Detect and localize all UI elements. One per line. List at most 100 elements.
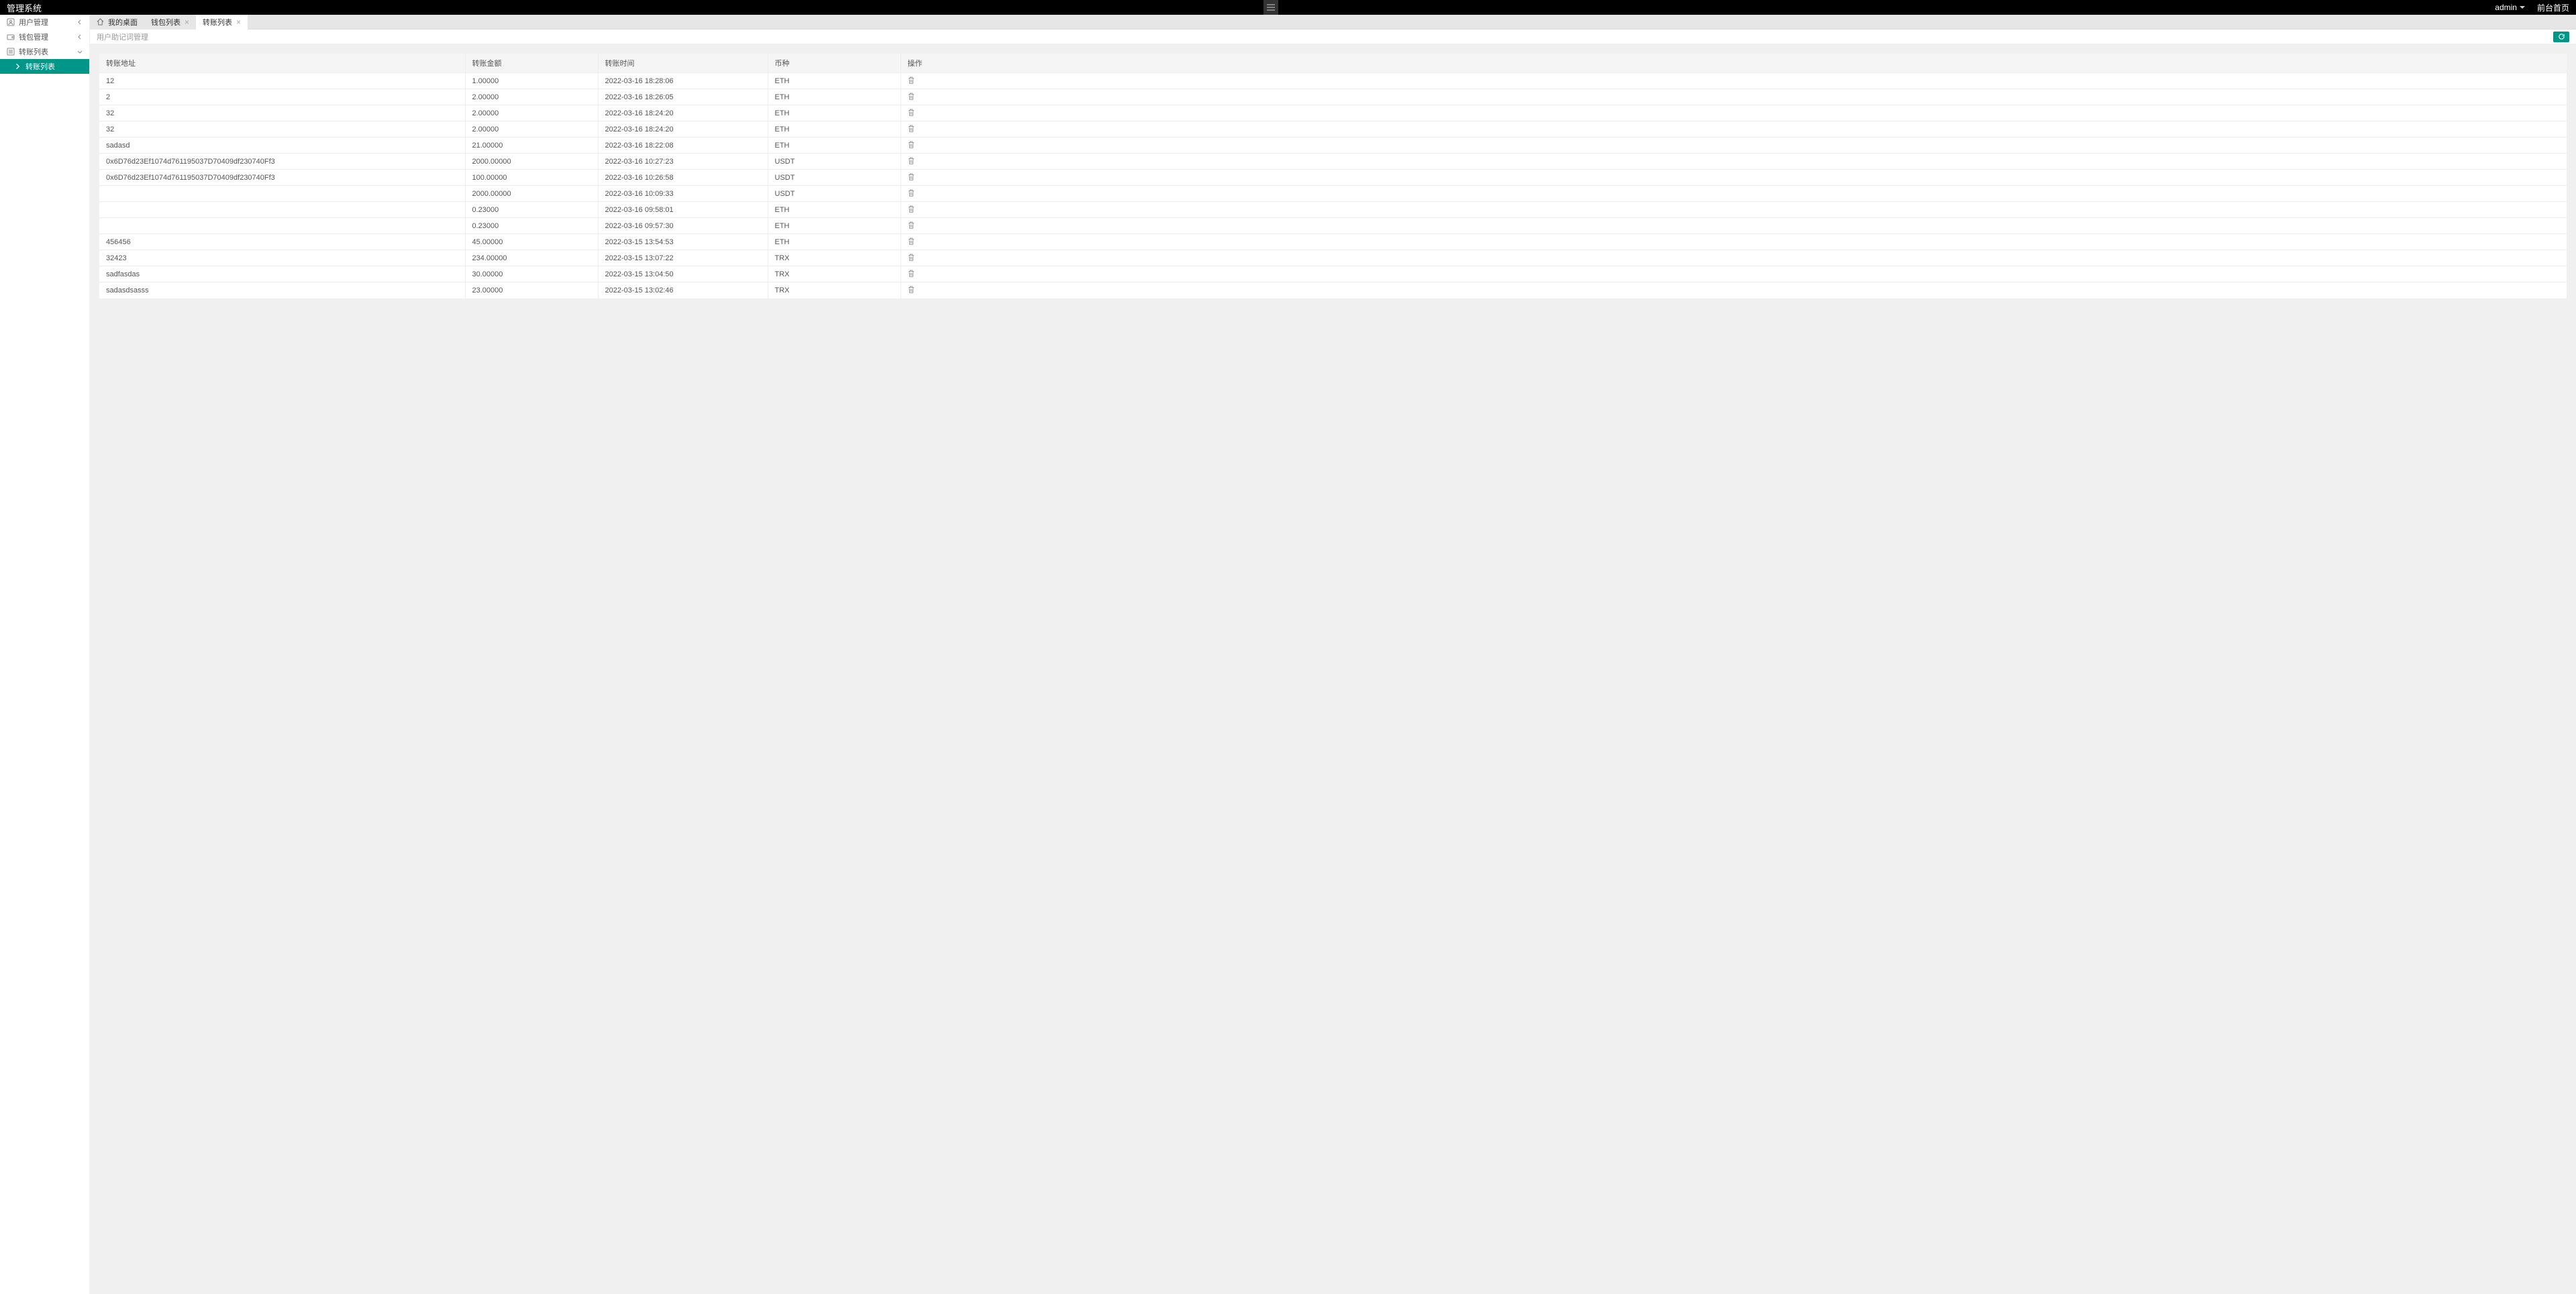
trash-icon [908, 141, 915, 148]
delete-button[interactable] [908, 287, 915, 295]
column-header-amount: 转账金额 [465, 54, 598, 73]
home-icon [97, 18, 104, 25]
delete-button[interactable] [908, 191, 915, 199]
table-row: 121.000002022-03-16 18:28:06ETH [99, 73, 2567, 89]
column-header-op: 操作 [900, 54, 2567, 73]
cell-address [99, 202, 465, 218]
cell-op [900, 154, 2567, 170]
sidebar-subitem-transfer-list[interactable]: 转账列表 [0, 59, 89, 74]
table-row: 0x6D76d23Ef1074d761195037D70409df230740F… [99, 170, 2567, 186]
user-icon [7, 18, 15, 26]
chevron-down-icon [77, 49, 83, 54]
cell-coin: ETH [768, 202, 900, 218]
table-row: 32423234.000002022-03-15 13:07:22TRX [99, 250, 2567, 266]
sidebar-item-transfer-list[interactable]: 转账列表 [0, 44, 89, 59]
chevron-right-icon [15, 63, 21, 70]
list-icon [7, 48, 15, 56]
cell-coin: ETH [768, 138, 900, 154]
delete-button[interactable] [908, 158, 915, 166]
cell-amount: 45.00000 [465, 234, 598, 250]
delete-button[interactable] [908, 255, 915, 263]
delete-button[interactable] [908, 142, 915, 150]
tab-home[interactable]: 我的桌面 [90, 15, 144, 30]
sidebar-item-wallet-mgmt[interactable]: 钱包管理 [0, 30, 89, 44]
tab-label: 我的桌面 [108, 17, 138, 28]
table-row: 45645645.000002022-03-15 13:54:53ETH [99, 234, 2567, 250]
table-row: 2000.000002022-03-16 10:09:33USDT [99, 186, 2567, 202]
cell-time: 2022-03-16 10:26:58 [598, 170, 768, 186]
trash-icon [908, 93, 915, 100]
cell-time: 2022-03-15 13:02:46 [598, 282, 768, 299]
menu-toggle-button[interactable] [1264, 0, 1278, 15]
chevron-down-icon [2520, 6, 2525, 9]
trash-icon [908, 221, 915, 229]
delete-button[interactable] [908, 126, 915, 134]
cell-coin: ETH [768, 121, 900, 138]
column-header-coin: 币种 [768, 54, 900, 73]
cell-coin: ETH [768, 89, 900, 105]
cell-amount: 100.00000 [465, 170, 598, 186]
cell-coin: TRX [768, 282, 900, 299]
refresh-button[interactable] [2553, 32, 2569, 42]
delete-button[interactable] [908, 239, 915, 247]
cell-amount: 0.23000 [465, 218, 598, 234]
cell-amount: 21.00000 [465, 138, 598, 154]
cell-address: 2 [99, 89, 465, 105]
close-icon[interactable]: × [236, 17, 241, 27]
cell-coin: TRX [768, 250, 900, 266]
data-table-card: 转账地址 转账金额 转账时间 币种 操作 121.000002022-03-16… [99, 54, 2567, 299]
sidebar-item-label: 钱包管理 [19, 32, 77, 42]
cell-coin: TRX [768, 266, 900, 282]
cell-address: 32423 [99, 250, 465, 266]
tab-item[interactable]: 转账列表 × [196, 15, 248, 30]
trash-icon [908, 157, 915, 164]
cell-address: 0x6D76d23Ef1074d761195037D70409df230740F… [99, 154, 465, 170]
cell-op [900, 250, 2567, 266]
trash-icon [908, 205, 915, 213]
table-row: 322.000002022-03-16 18:24:20ETH [99, 105, 2567, 121]
delete-button[interactable] [908, 271, 915, 279]
delete-button[interactable] [908, 78, 915, 86]
transfer-table: 转账地址 转账金额 转账时间 币种 操作 121.000002022-03-16… [99, 54, 2567, 299]
cell-coin: ETH [768, 218, 900, 234]
cell-address: sadasd [99, 138, 465, 154]
delete-button[interactable] [908, 207, 915, 215]
trash-icon [908, 254, 915, 261]
tab-label: 转账列表 [203, 17, 232, 28]
cell-address: 12 [99, 73, 465, 89]
table-row: 322.000002022-03-16 18:24:20ETH [99, 121, 2567, 138]
sidebar-item-user-mgmt[interactable]: 用户管理 [0, 15, 89, 30]
cell-coin: USDT [768, 170, 900, 186]
cell-time: 2022-03-16 18:26:05 [598, 89, 768, 105]
cell-op [900, 73, 2567, 89]
trash-icon [908, 270, 915, 277]
chevron-left-icon [77, 34, 83, 40]
cell-amount: 2.00000 [465, 105, 598, 121]
cell-amount: 2.00000 [465, 89, 598, 105]
trash-icon [908, 237, 915, 245]
delete-button[interactable] [908, 174, 915, 182]
cell-time: 2022-03-15 13:07:22 [598, 250, 768, 266]
cell-time: 2022-03-16 09:57:30 [598, 218, 768, 234]
cell-time: 2022-03-16 18:24:20 [598, 121, 768, 138]
table-row: sadasd21.000002022-03-16 18:22:08ETH [99, 138, 2567, 154]
cell-op [900, 282, 2567, 299]
hamburger-icon [1267, 4, 1275, 11]
trash-icon [908, 189, 915, 197]
delete-button[interactable] [908, 94, 915, 102]
cell-address: 0x6D76d23Ef1074d761195037D70409df230740F… [99, 170, 465, 186]
user-dropdown[interactable]: admin [2495, 3, 2525, 12]
cell-op [900, 186, 2567, 202]
cell-op [900, 218, 2567, 234]
tab-item[interactable]: 钱包列表× [144, 15, 196, 30]
page-title: 用户助记词管理 [97, 32, 2553, 42]
table-row: 0x6D76d23Ef1074d761195037D70409df230740F… [99, 154, 2567, 170]
delete-button[interactable] [908, 110, 915, 118]
close-icon[interactable]: × [185, 17, 189, 27]
delete-button[interactable] [908, 223, 915, 231]
table-row: sadasdsasss23.000002022-03-15 13:02:46TR… [99, 282, 2567, 299]
frontend-link[interactable]: 前台首页 [2537, 2, 2569, 13]
sidebar: 用户管理 钱包管理 转账列表 转账列表 [0, 15, 90, 1294]
cell-amount: 23.00000 [465, 282, 598, 299]
cell-op [900, 121, 2567, 138]
